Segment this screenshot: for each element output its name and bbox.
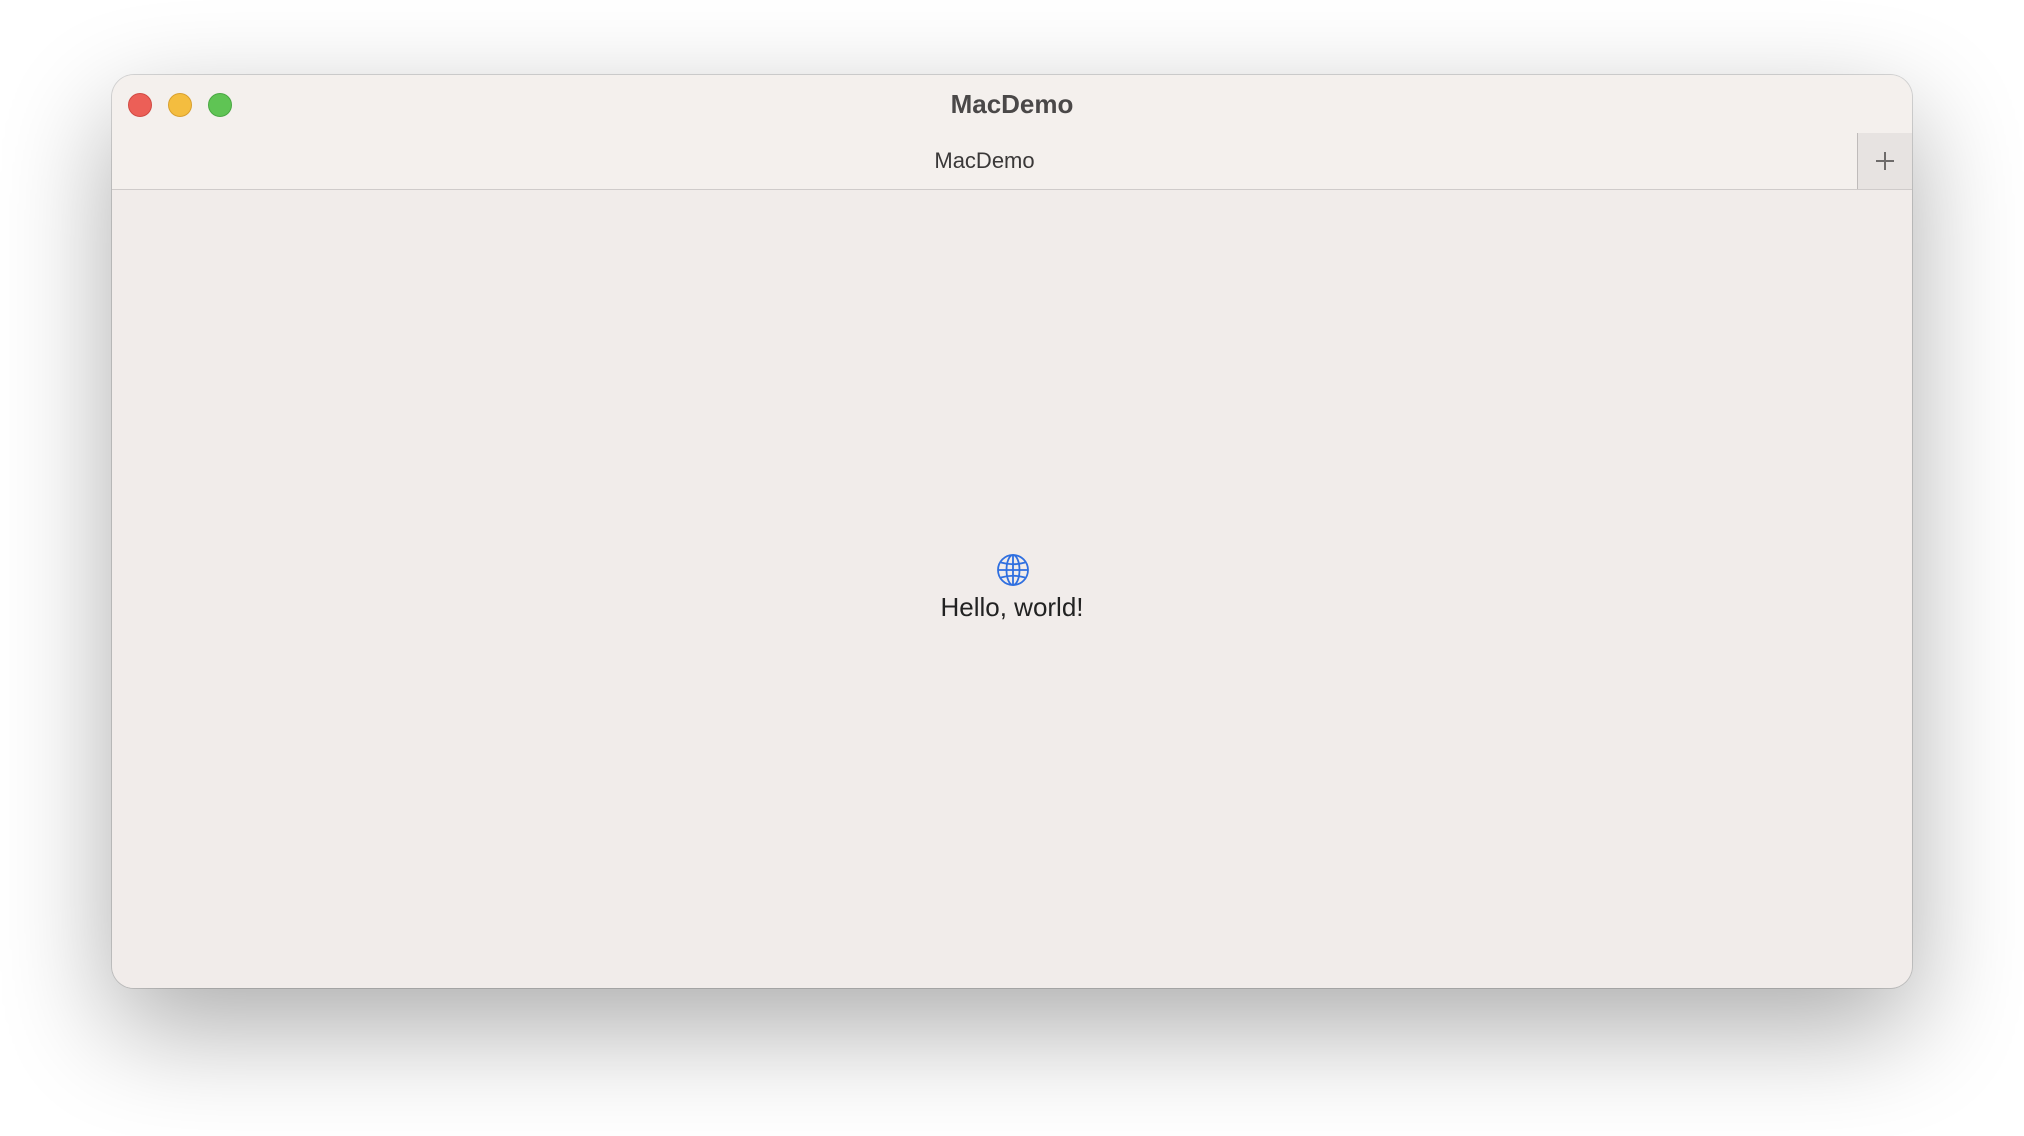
window-title: MacDemo (950, 89, 1074, 119)
tab-label: MacDemo (934, 148, 1035, 173)
new-tab-button[interactable] (1857, 133, 1912, 189)
tab-macdemo[interactable]: MacDemo (112, 133, 1857, 189)
tab-bar: MacDemo (112, 133, 1912, 190)
hello-text: Hello, world! (940, 592, 1084, 622)
app-window: MacDemo MacDemo Hello, world! (112, 75, 1912, 988)
plus-icon (1876, 152, 1894, 170)
globe-icon (997, 554, 1029, 586)
title-bar[interactable]: MacDemo (112, 75, 1912, 133)
main-content: Hello, world! (112, 190, 1912, 988)
